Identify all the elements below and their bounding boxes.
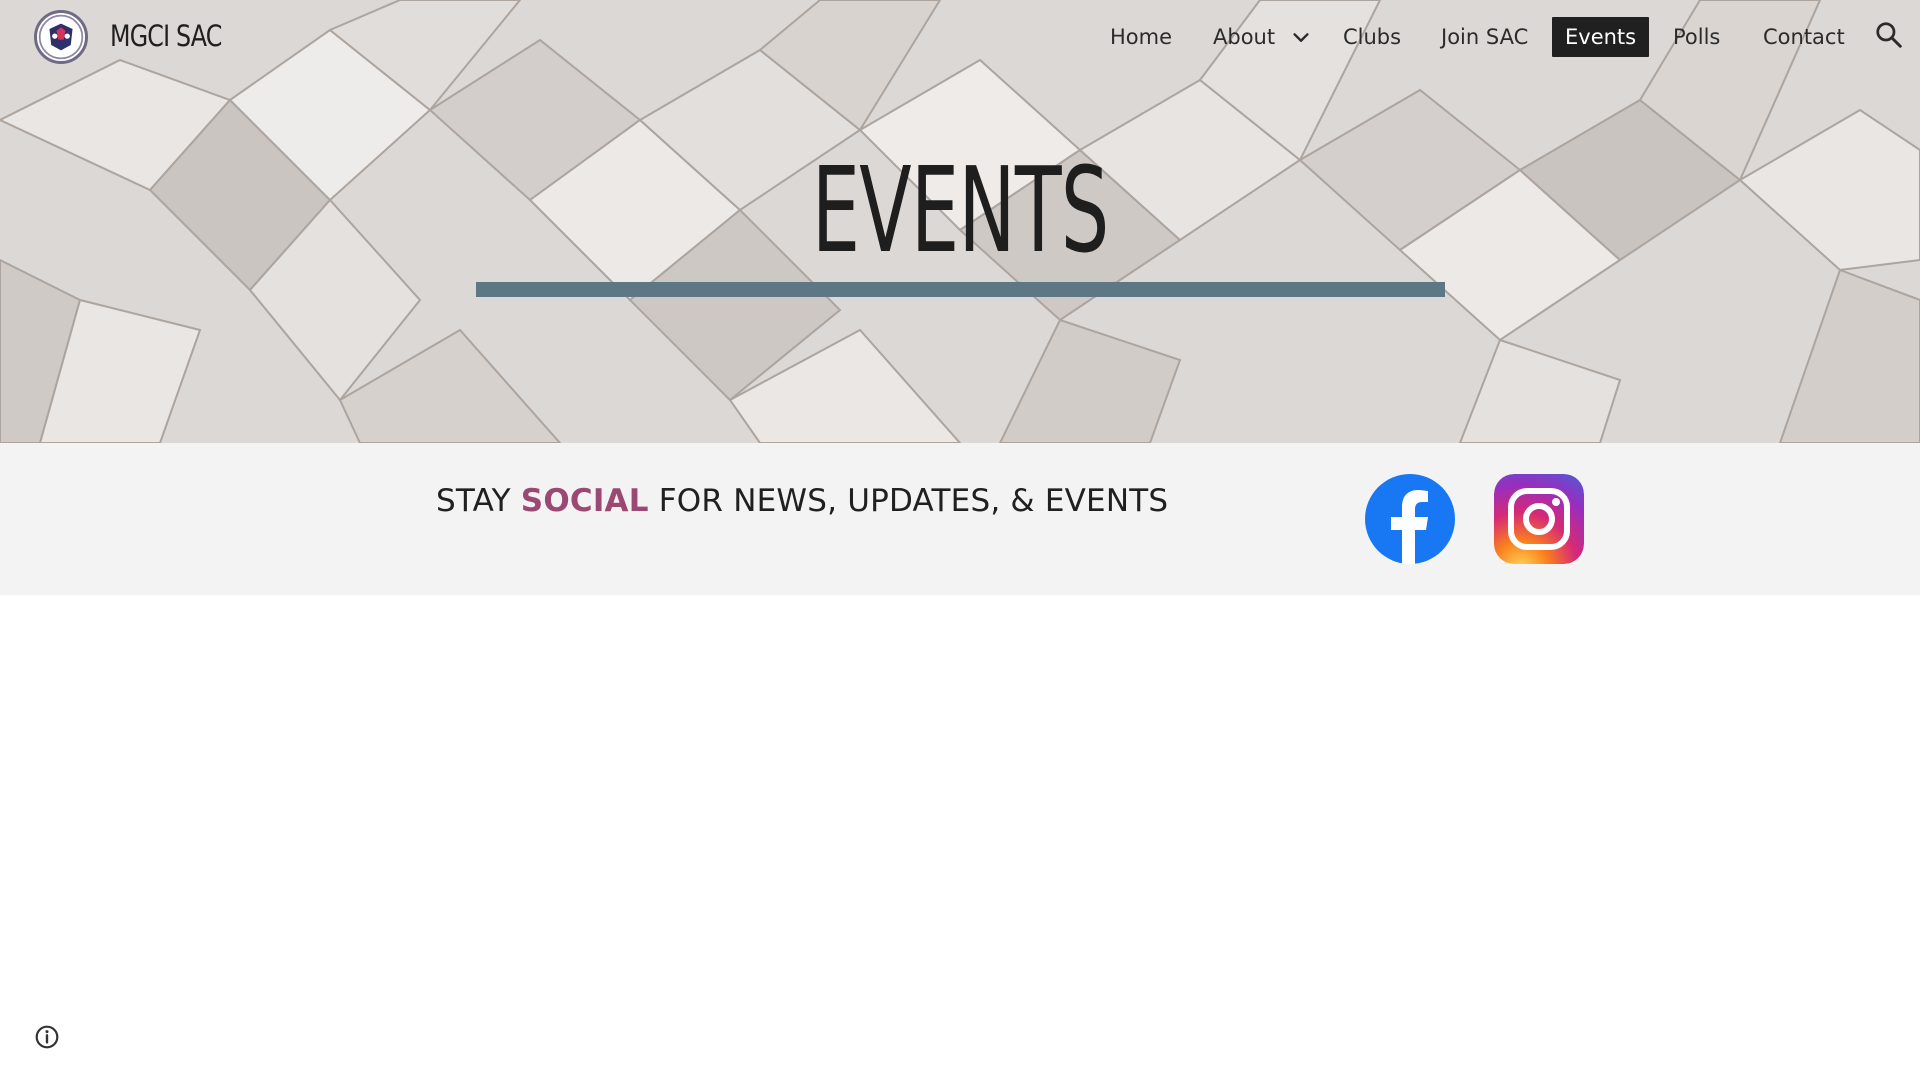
nav-item-clubs[interactable]: Clubs xyxy=(1343,17,1401,57)
site-header: MGCI SAC Home About Clubs Join SAC Event… xyxy=(0,0,1920,72)
social-band: STAY SOCIAL FOR NEWS, UPDATES, & EVENTS xyxy=(0,443,1920,595)
instagram-icon[interactable] xyxy=(1494,474,1584,564)
tagline-suffix: FOR NEWS, UPDATES, & EVENTS xyxy=(648,483,1169,519)
tagline-prefix: STAY xyxy=(436,483,521,519)
nav-item-polls[interactable]: Polls xyxy=(1673,17,1720,57)
tagline-accent: SOCIAL xyxy=(520,483,649,519)
nav-item-join-sac[interactable]: Join SAC xyxy=(1441,17,1528,57)
search-icon[interactable] xyxy=(1874,20,1904,50)
nav-item-about[interactable]: About xyxy=(1213,17,1275,57)
page-title: EVENTS xyxy=(811,141,1110,279)
nav-item-home[interactable]: Home xyxy=(1110,17,1172,57)
nav-item-contact[interactable]: Contact xyxy=(1763,17,1845,57)
main-nav: Home About Clubs Join SAC Events Polls C… xyxy=(0,17,1920,57)
chevron-down-icon[interactable] xyxy=(1290,27,1312,49)
title-underline-bar xyxy=(476,282,1445,297)
nav-item-events[interactable]: Events xyxy=(1552,17,1650,57)
social-tagline: STAY SOCIAL FOR NEWS, UPDATES, & EVENTS xyxy=(436,483,1168,519)
facebook-icon[interactable] xyxy=(1365,474,1455,564)
info-icon[interactable] xyxy=(34,1024,60,1050)
